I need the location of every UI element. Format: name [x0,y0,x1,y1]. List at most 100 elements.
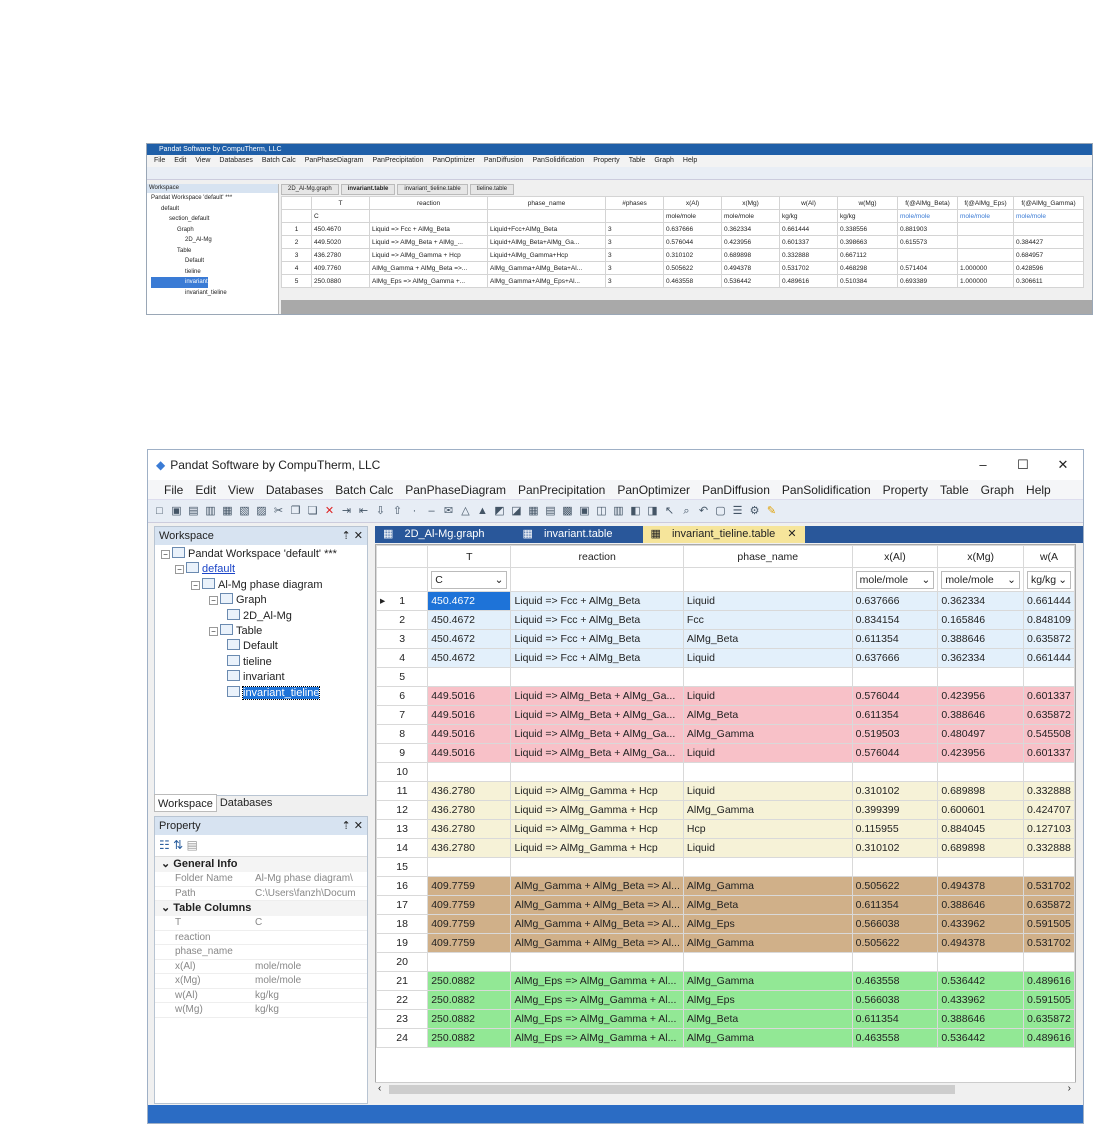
small-tab-0[interactable]: 2D_Al-Mg.graph [281,184,339,195]
table-cell[interactable]: AlMg_Beta [682,895,853,915]
table-row[interactable]: 4 450.4672 Liquid => Fcc + AlMg_Beta Liquid… [376,648,1075,668]
row-number[interactable]: ▸ 1 [376,591,429,611]
small-cell[interactable]: Liquid => Fcc + AlMg_Beta [369,222,488,236]
table-cell[interactable]: 0.834154 [851,610,939,630]
table-cell[interactable]: 0.536442 [937,971,1024,991]
table-cell[interactable]: Liquid => Fcc + AlMg_Beta [510,629,684,649]
import-icon[interactable]: ⇥ [339,504,354,519]
small-cell[interactable]: 0.531702 [779,261,838,275]
column-header-3[interactable]: x(Al) [851,545,939,568]
small-cell[interactable]: Liquid => AlMg_Gamma + Hcp [369,248,488,262]
scroll-right-icon[interactable]: › [1068,1083,1071,1094]
small-tab-3[interactable]: tieline.table [469,184,515,195]
folder-icon[interactable]: ▤ [186,504,201,519]
table-cell[interactable]: AlMg_Gamma [682,876,853,896]
list-icon[interactable]: ☰ [730,504,745,519]
property-row[interactable]: x(Mg) mole/mole [155,974,367,989]
table-cell[interactable] [937,857,1024,877]
small-tree-node[interactable]: Pandat Workspace 'default' *** [151,193,278,204]
triangle-icon[interactable]: △ [458,504,473,519]
small-table-row[interactable]: 5 250.0880 AlMg_Eps => AlMg_Gamma +... AlMg… [281,274,1084,288]
small-cell[interactable]: 0.510384 [837,274,898,288]
area-icon[interactable]: ◨ [645,504,660,519]
table-cell[interactable]: AlMg_Eps => AlMg_Gamma + Al... [510,1028,684,1048]
table-cell[interactable]: 0.115955 [851,819,939,839]
row-number[interactable]: 13 [376,819,429,839]
small-cell[interactable]: Liquid => AlMg_Beta + AlMg_... [369,235,488,249]
small-cell[interactable]: Liquid+Fcc+AlMg_Beta [487,222,606,236]
small-cell[interactable]: 0.693389 [897,274,958,288]
table-cell[interactable]: 0.600601 [937,800,1024,820]
table-cell[interactable]: 0.362334 [937,648,1024,668]
small-unit-cell[interactable] [487,209,606,223]
small-cell[interactable]: 0.463558 [663,274,722,288]
small-cell[interactable]: 0.338556 [837,222,898,236]
new-icon[interactable]: □ [152,504,167,519]
table-cell[interactable]: 0.423956 [937,743,1024,763]
column-header-2[interactable]: phase_name [682,545,853,568]
table-cell[interactable]: 0.388646 [937,1009,1024,1029]
tab-close-icon[interactable]: ✕ [787,528,796,540]
table-row[interactable]: 15 [376,857,1075,877]
menu-graph[interactable]: Graph [975,483,1020,497]
scroll-thumb[interactable] [389,1085,955,1094]
table-cell[interactable] [682,952,853,972]
table-cell[interactable]: 409.7759 [427,895,512,915]
table-cell[interactable]: 0.494378 [937,933,1024,953]
pencil-icon[interactable]: ✎ [764,504,779,519]
small-table-row[interactable]: 3 436.2780 Liquid => AlMg_Gamma + Hcp Liqui… [281,248,1084,262]
menu-panprecipitation[interactable]: PanPrecipitation [512,483,611,497]
small-cell[interactable] [957,222,1014,236]
menu-panphasediagram[interactable]: PanPhaseDiagram [399,483,512,497]
table-cell[interactable]: 0.591505 [1022,990,1075,1010]
row-number[interactable]: 14 [376,838,429,858]
tab-2d-al-mg-graph[interactable]: ▦ 2D_Al-Mg.graph [375,526,493,543]
table-row[interactable]: 8 449.5016 Liquid => AlMg_Beta + AlMg_Ga..… [376,724,1075,744]
table-cell[interactable]: 0.848109 [1022,610,1075,630]
small-cell[interactable]: 0.684957 [1013,248,1084,262]
table-cell[interactable]: Liquid => AlMg_Beta + AlMg_Ga... [510,705,684,725]
table-cell[interactable]: AlMg_Eps [682,990,853,1010]
sort-alpha-icon[interactable]: ⇅ [173,838,183,852]
table-cell[interactable]: 0.505622 [851,876,939,896]
table-cell[interactable]: 0.388646 [937,629,1024,649]
small-cell[interactable]: 409.7760 [311,261,370,275]
table-cell[interactable]: 0.635872 [1022,1009,1075,1029]
small-cell[interactable]: 3 [605,222,664,236]
maximize-button[interactable]: ☐ [1003,457,1043,473]
table-cell[interactable]: 250.0882 [427,1028,512,1048]
small-menu-6[interactable]: PanPrecipitation [372,155,423,167]
table-cell[interactable]: Liquid => AlMg_Beta + AlMg_Ga... [510,686,684,706]
table-cell[interactable]: 0.480497 [937,724,1024,744]
table-cell[interactable] [851,762,939,782]
table-cell[interactable]: 449.5016 [427,724,512,744]
table-cell[interactable]: 0.611354 [851,705,939,725]
small-tab-2[interactable]: invariant_tieline.table [397,184,468,195]
table-cell[interactable]: 0.611354 [851,895,939,915]
upload-icon[interactable]: ⇧ [390,504,405,519]
unit-select[interactable]: mole/mole ⌄ [941,570,1020,589]
open-icon[interactable]: ▣ [169,504,184,519]
arrow-icon[interactable]: ↖ [662,504,677,519]
table-cell[interactable]: 450.4672 [427,629,512,649]
table-row[interactable]: 19 409.7759 AlMg_Gamma + AlMg_Beta => Al..… [376,933,1075,953]
small-cell[interactable]: 0.661444 [779,222,838,236]
small-menu-1[interactable]: Edit [174,155,186,167]
tab-invariant-tieline-table[interactable]: ▦ invariant_tieline.table ✕ [642,526,805,543]
small-tree-node[interactable]: 2D_Al-Mg [151,235,278,246]
table-cell[interactable] [510,762,684,782]
table-row[interactable]: 22 250.0882 AlMg_Eps => AlMg_Gamma + Al...… [376,990,1075,1010]
table-cell[interactable]: 0.689898 [937,781,1024,801]
frame-icon[interactable]: ▢ [713,504,728,519]
small-tree-node[interactable]: Table [151,246,278,257]
small-unit-cell[interactable]: kg/kg [779,209,838,223]
row-number[interactable]: 8 [376,724,429,744]
table-row[interactable]: 12 436.2780 Liquid => AlMg_Gamma + Hcp AlMg… [376,800,1075,820]
table-cell[interactable]: Liquid [682,838,853,858]
zoom-icon[interactable]: ⌕ [679,504,694,519]
line-icon[interactable]: – [424,504,439,519]
table-cell[interactable]: AlMg_Gamma + AlMg_Beta => Al... [510,895,684,915]
table-cell[interactable] [851,667,939,687]
column-header-5[interactable]: w(A [1022,545,1075,568]
cut-icon[interactable]: ✂ [271,504,286,519]
